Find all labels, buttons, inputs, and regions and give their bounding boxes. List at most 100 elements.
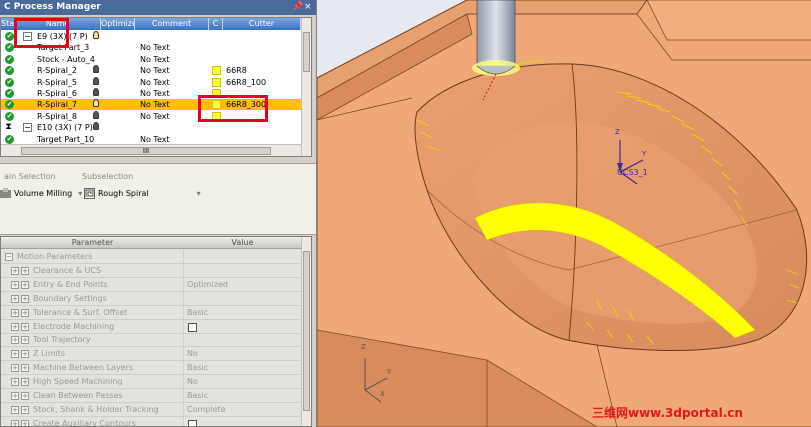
expand-toggle-icon[interactable]: + [21,350,29,359]
color-swatch [212,77,221,87]
collapse-toggle-icon[interactable]: − [5,253,13,261]
optimizer-bulb-icon[interactable] [93,65,99,74]
tree-item-name: E10 (3X) (7 P) [37,123,93,133]
check-status-icon: ✔ [5,66,14,76]
optimizer-bulb-icon[interactable] [93,88,99,96]
expand-toggle-icon[interactable]: + [21,392,29,400]
checkbox-icon[interactable]: + [11,419,19,426]
parameter-row[interactable]: + + Create Auxiliary Contours [1,416,301,426]
tree-row[interactable]: ⧗ − E10 (3X) (7 P) [1,122,301,133]
checkbox-icon[interactable]: + [11,280,19,289]
expand-toggle-icon[interactable]: + [21,294,29,303]
expand-toggle-icon[interactable]: + [21,322,29,331]
parameter-row[interactable]: − Motion Parameters [1,250,301,264]
parameter-row[interactable]: + + Machine Between Layers Basic [1,361,301,376]
parameter-label: High Speed Machining [33,377,123,387]
tree-row[interactable]: ✔ R-Spiral_5 No Text 66R8_100 [1,76,301,88]
parameter-row[interactable]: + + Tolerance & Surf. Offset Basic [1,305,301,320]
collapse-toggle-icon[interactable]: − [23,123,32,133]
parameter-vertical-scrollbar[interactable] [301,237,311,426]
column-header-optimizer[interactable]: Optimizer [101,18,135,30]
expand-toggle-icon[interactable]: + [21,378,29,387]
expand-toggle-icon[interactable]: + [21,266,29,275]
checkbox-icon[interactable]: + [11,266,19,275]
tree-item-name: Stock - Auto_4 [37,54,95,64]
hourglass-icon: ⧗ [5,122,12,133]
column-header-c[interactable]: C [209,18,223,30]
parameter-label: Entry & End Points [33,279,108,289]
parameter-value[interactable]: Basic [187,389,208,403]
parameter-checkbox[interactable] [188,419,197,426]
parameter-value[interactable]: No [187,347,198,361]
checkbox-icon[interactable]: + [11,308,19,317]
ucs-axis-y-label: Y [642,150,647,158]
tree-row[interactable]: ✔ Target Part_10 No Text [1,134,301,145]
column-header-stat[interactable]: Stat [1,18,15,30]
tree-horizontal-scrollbar[interactable]: III [1,144,301,156]
checkbox-icon[interactable]: + [11,294,19,303]
expand-toggle-icon[interactable]: + [21,280,29,289]
checkbox-icon[interactable]: + [11,392,19,400]
parameter-label: Tolerance & Surf. Offset [33,307,128,317]
optimizer-bulb-icon[interactable] [93,31,99,39]
tree-item-comment: No Text [140,66,170,76]
expand-toggle-icon[interactable]: + [21,336,29,345]
tree-item-cutter: 66R8 [226,66,247,76]
tree-vertical-scrollbar[interactable] [301,18,311,156]
expand-toggle-icon[interactable]: + [21,419,29,426]
parameter-row[interactable]: + + Tool Trajectory [1,333,301,348]
checkbox-icon[interactable]: + [11,405,19,414]
parameter-label: Tool Trajectory [33,335,91,345]
parameter-checkbox[interactable] [188,322,197,332]
parameter-value[interactable]: Optimized [187,278,228,292]
check-status-icon: ✔ [5,100,14,110]
optimizer-bulb-icon[interactable] [93,76,99,85]
scroll-thumb[interactable]: III [21,147,271,155]
parameter-value[interactable]: Complete [187,403,226,417]
view-axis-y-label: Y [387,368,392,376]
parameter-value[interactable]: No [187,375,198,389]
tree-row[interactable]: ✔ R-Spiral_2 No Text 66R8 [1,65,301,76]
parameter-label: Clearance & UCS [33,265,102,275]
checkbox-icon[interactable]: + [11,336,19,345]
tree-item-comment: No Text [140,89,170,98]
parameter-row[interactable]: + + Electrode Machining [1,319,301,334]
main-selection-combo[interactable]: Volume Milling ▾ [0,186,82,202]
parameter-row[interactable]: + + Stock, Shank & Holder Tracking Complete [1,402,301,417]
main-selection-value: Volume Milling [14,189,73,198]
parameter-value[interactable]: Basic [187,361,208,375]
optimizer-bulb-icon[interactable] [93,99,99,108]
expand-toggle-icon[interactable]: + [21,405,29,414]
tree-item-comment: No Text [140,43,170,53]
scroll-thumb[interactable] [303,251,310,411]
parameter-row[interactable]: + + Clean Between Passes Basic [1,389,301,403]
parameter-row[interactable]: + + High Speed Machining No [1,375,301,390]
parameter-row[interactable]: + + Boundary Settings [1,291,301,306]
optimizer-bulb-icon[interactable] [93,110,99,119]
part-3d-view [317,0,811,427]
parameter-row[interactable]: + + Z Limits No [1,347,301,362]
column-header-cutter[interactable]: Cutter [223,18,301,30]
checkbox-icon[interactable]: + [11,378,19,387]
expand-toggle-icon[interactable]: + [21,364,29,373]
column-header-parameter: Parameter [71,238,114,247]
tree-item-comment: No Text [140,134,170,144]
view-axis-z-label: Z [361,343,366,351]
parameter-row[interactable]: + + Clearance & UCS [1,263,301,278]
parameter-row[interactable]: + + Entry & End Points Optimized [1,277,301,292]
parameter-label: Electrode Machining [33,321,115,331]
close-icon[interactable]: × [304,0,312,15]
tree-row[interactable]: ✔ Stock - Auto_4 No Text [1,54,301,65]
panel-title: C Process Manager [4,2,101,12]
checkbox-icon[interactable]: + [11,322,19,331]
checkbox-icon[interactable]: + [11,364,19,373]
checkbox-icon[interactable]: + [11,350,19,359]
scroll-thumb[interactable] [303,32,310,72]
graphics-viewport[interactable]: Z Y UCS3_1 Z Y X 三维网www.3dportal.cn [316,0,811,427]
expand-toggle-icon[interactable]: + [21,308,29,317]
subselection-combo[interactable]: Rough Spiral ▾ [84,186,204,202]
pin-icon[interactable]: 📌 [292,0,303,15]
parameter-value[interactable]: Basic [187,306,208,320]
optimizer-bulb-icon[interactable] [93,122,99,131]
column-header-comment[interactable]: Comment [135,18,209,30]
